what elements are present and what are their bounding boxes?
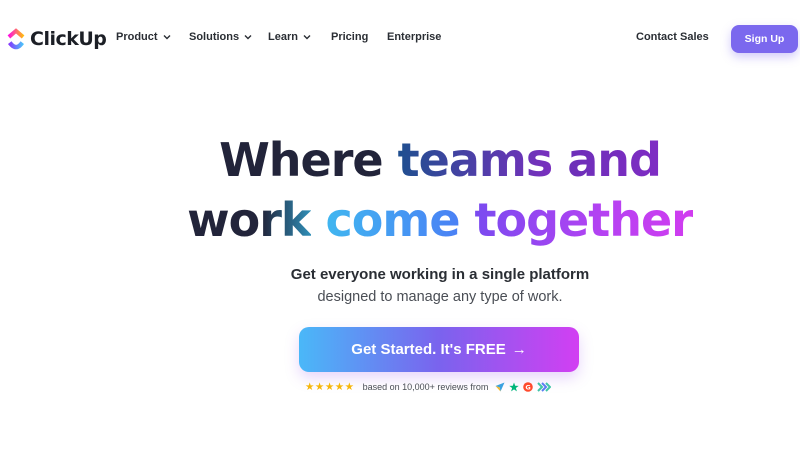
chevron-down-icon bbox=[244, 35, 252, 40]
nav-item-enterprise[interactable]: Enterprise bbox=[387, 31, 441, 43]
hero-subtitle-bold: Get everyone working in a single platfor… bbox=[290, 266, 590, 283]
hero-word: come bbox=[325, 193, 461, 247]
nav-item-solutions[interactable]: Solutions bbox=[189, 31, 252, 43]
chevron-down-icon bbox=[303, 35, 311, 40]
top-navigation: ClickUp Product Solutions Learn Pricing … bbox=[0, 0, 800, 78]
hero-word: and bbox=[567, 133, 662, 187]
capterra-icon bbox=[495, 382, 505, 392]
contact-sales-link[interactable]: Contact Sales bbox=[636, 31, 709, 43]
hero-title-line-1: Where teams and bbox=[0, 131, 800, 189]
reviews-text: based on 10,000+ reviews from bbox=[362, 382, 489, 392]
get-started-button[interactable]: Get Started. It's FREE → bbox=[299, 327, 579, 372]
cta-label: Get Started. It's FREE bbox=[351, 341, 506, 358]
nav-item-pricing[interactable]: Pricing bbox=[331, 31, 368, 43]
review-sources: G bbox=[495, 382, 552, 392]
nav-item-label: Solutions bbox=[189, 31, 240, 43]
svg-text:G: G bbox=[526, 383, 531, 391]
nav-item-label: Learn bbox=[268, 31, 298, 43]
hero-word: together bbox=[474, 193, 694, 247]
getapp-icon bbox=[537, 382, 552, 392]
nav-item-label: Pricing bbox=[331, 31, 369, 43]
clickup-logo[interactable]: ClickUp bbox=[6, 24, 107, 54]
nav-item-label: Product bbox=[116, 31, 158, 43]
hero-word: work bbox=[187, 193, 311, 247]
clickup-logo-icon bbox=[7, 28, 25, 50]
g2-icon: G bbox=[523, 382, 534, 392]
hero-subtitle: designed to manage any type of work. bbox=[317, 289, 563, 305]
arrow-right-icon: → bbox=[511, 341, 527, 358]
hero-word: teams bbox=[397, 133, 554, 187]
nav-item-label: Enterprise bbox=[387, 31, 442, 43]
brand-name: ClickUp bbox=[30, 28, 107, 50]
trustpilot-icon bbox=[509, 382, 520, 392]
sign-up-button[interactable]: Sign Up bbox=[731, 25, 798, 53]
rating-stars-icon: ★★★★★ bbox=[305, 381, 355, 393]
hero-word: Where bbox=[219, 133, 384, 187]
hero-title-line-2: work come together bbox=[0, 191, 800, 249]
chevron-down-icon bbox=[163, 35, 171, 40]
nav-item-product[interactable]: Product bbox=[116, 31, 171, 43]
nav-item-learn[interactable]: Learn bbox=[268, 31, 311, 43]
reviews-bar: ★★★★★ based on 10,000+ reviews from G bbox=[305, 380, 552, 394]
